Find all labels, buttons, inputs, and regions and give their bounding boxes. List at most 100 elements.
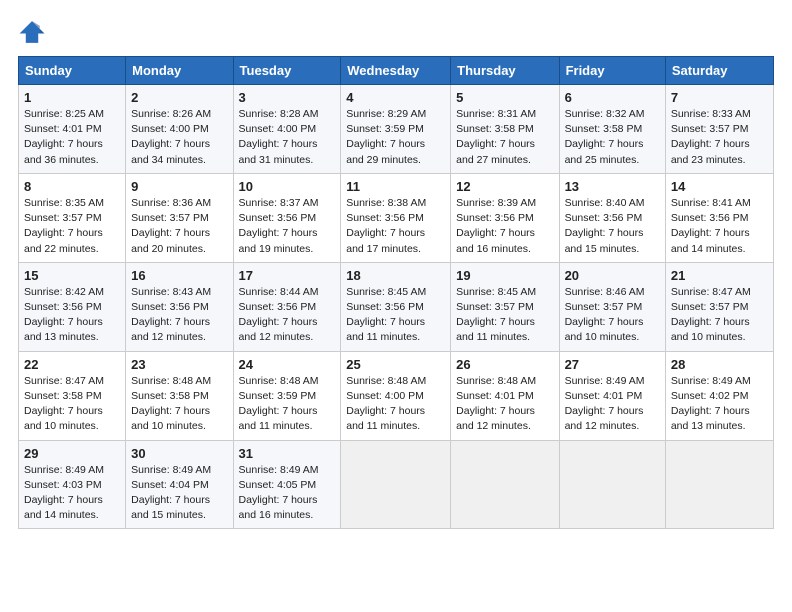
day-number: 24 [239, 357, 336, 372]
day-info: Sunrise: 8:48 AMSunset: 4:00 PMDaylight:… [346, 374, 445, 435]
calendar-week-2: 8 Sunrise: 8:35 AMSunset: 3:57 PMDaylight… [19, 173, 774, 262]
day-number: 11 [346, 179, 445, 194]
day-number: 18 [346, 268, 445, 283]
calendar-cell: 13 Sunrise: 8:40 AMSunset: 3:56 PMDayligh… [559, 173, 665, 262]
day-number: 17 [239, 268, 336, 283]
calendar-cell [559, 440, 665, 529]
day-info: Sunrise: 8:39 AMSunset: 3:56 PMDaylight:… [456, 196, 553, 257]
day-number: 12 [456, 179, 553, 194]
day-info: Sunrise: 8:45 AMSunset: 3:57 PMDaylight:… [456, 285, 553, 346]
calendar: SundayMondayTuesdayWednesdayThursdayFrid… [18, 56, 774, 529]
page: SundayMondayTuesdayWednesdayThursdayFrid… [0, 0, 792, 612]
day-info: Sunrise: 8:31 AMSunset: 3:58 PMDaylight:… [456, 107, 553, 168]
day-info: Sunrise: 8:48 AMSunset: 4:01 PMDaylight:… [456, 374, 553, 435]
calendar-cell: 8 Sunrise: 8:35 AMSunset: 3:57 PMDaylight… [19, 173, 126, 262]
logo-icon [18, 18, 46, 46]
day-number: 26 [456, 357, 553, 372]
calendar-cell: 12 Sunrise: 8:39 AMSunset: 3:56 PMDayligh… [451, 173, 559, 262]
calendar-cell [665, 440, 773, 529]
logo [18, 18, 50, 46]
day-info: Sunrise: 8:49 AMSunset: 4:02 PMDaylight:… [671, 374, 768, 435]
day-number: 14 [671, 179, 768, 194]
day-header-sunday: Sunday [19, 57, 126, 85]
calendar-cell: 7 Sunrise: 8:33 AMSunset: 3:57 PMDaylight… [665, 85, 773, 174]
calendar-cell: 2 Sunrise: 8:26 AMSunset: 4:00 PMDaylight… [126, 85, 233, 174]
day-info: Sunrise: 8:48 AMSunset: 3:59 PMDaylight:… [239, 374, 336, 435]
calendar-cell: 1Sunrise: 8:25 AMSunset: 4:01 PMDaylight… [19, 85, 126, 174]
day-header-tuesday: Tuesday [233, 57, 341, 85]
day-number: 27 [565, 357, 660, 372]
day-info: Sunrise: 8:47 AMSunset: 3:58 PMDaylight:… [24, 374, 120, 435]
day-number: 21 [671, 268, 768, 283]
day-number: 16 [131, 268, 227, 283]
day-info: Sunrise: 8:49 AMSunset: 4:05 PMDaylight:… [239, 463, 336, 524]
day-number: 4 [346, 90, 445, 105]
calendar-cell: 17 Sunrise: 8:44 AMSunset: 3:56 PMDayligh… [233, 262, 341, 351]
day-number: 28 [671, 357, 768, 372]
day-info: Sunrise: 8:32 AMSunset: 3:58 PMDaylight:… [565, 107, 660, 168]
day-number: 7 [671, 90, 768, 105]
day-number: 15 [24, 268, 120, 283]
day-number: 2 [131, 90, 227, 105]
calendar-week-3: 15 Sunrise: 8:42 AMSunset: 3:56 PMDayligh… [19, 262, 774, 351]
calendar-cell: 24 Sunrise: 8:48 AMSunset: 3:59 PMDayligh… [233, 351, 341, 440]
calendar-cell: 9 Sunrise: 8:36 AMSunset: 3:57 PMDaylight… [126, 173, 233, 262]
day-number: 10 [239, 179, 336, 194]
calendar-cell: 4 Sunrise: 8:29 AMSunset: 3:59 PMDaylight… [341, 85, 451, 174]
calendar-week-1: 1Sunrise: 8:25 AMSunset: 4:01 PMDaylight… [19, 85, 774, 174]
day-number: 3 [239, 90, 336, 105]
day-header-monday: Monday [126, 57, 233, 85]
day-info: Sunrise: 8:49 AMSunset: 4:01 PMDaylight:… [565, 374, 660, 435]
day-number: 13 [565, 179, 660, 194]
calendar-cell: 23 Sunrise: 8:48 AMSunset: 3:58 PMDayligh… [126, 351, 233, 440]
day-info: Sunrise: 8:43 AMSunset: 3:56 PMDaylight:… [131, 285, 227, 346]
day-number: 22 [24, 357, 120, 372]
calendar-cell: 6 Sunrise: 8:32 AMSunset: 3:58 PMDaylight… [559, 85, 665, 174]
day-header-saturday: Saturday [665, 57, 773, 85]
calendar-cell: 30Sunrise: 8:49 AMSunset: 4:04 PMDayligh… [126, 440, 233, 529]
day-info: Sunrise: 8:26 AMSunset: 4:00 PMDaylight:… [131, 107, 227, 168]
day-info: Sunrise: 8:29 AMSunset: 3:59 PMDaylight:… [346, 107, 445, 168]
calendar-cell: 14Sunrise: 8:41 AMSunset: 3:56 PMDayligh… [665, 173, 773, 262]
day-header-thursday: Thursday [451, 57, 559, 85]
day-info: Sunrise: 8:35 AMSunset: 3:57 PMDaylight:… [24, 196, 120, 257]
calendar-cell: 16 Sunrise: 8:43 AMSunset: 3:56 PMDayligh… [126, 262, 233, 351]
day-info: Sunrise: 8:38 AMSunset: 3:56 PMDaylight:… [346, 196, 445, 257]
calendar-cell: 28 Sunrise: 8:49 AMSunset: 4:02 PMDayligh… [665, 351, 773, 440]
calendar-cell: 5 Sunrise: 8:31 AMSunset: 3:58 PMDaylight… [451, 85, 559, 174]
day-number: 20 [565, 268, 660, 283]
day-number: 9 [131, 179, 227, 194]
calendar-cell: 15 Sunrise: 8:42 AMSunset: 3:56 PMDayligh… [19, 262, 126, 351]
day-header-friday: Friday [559, 57, 665, 85]
day-info: Sunrise: 8:36 AMSunset: 3:57 PMDaylight:… [131, 196, 227, 257]
day-number: 31 [239, 446, 336, 461]
day-info: Sunrise: 8:25 AMSunset: 4:01 PMDaylight:… [24, 107, 120, 168]
day-number: 30 [131, 446, 227, 461]
calendar-cell: 25 Sunrise: 8:48 AMSunset: 4:00 PMDayligh… [341, 351, 451, 440]
calendar-cell: 10Sunrise: 8:37 AMSunset: 3:56 PMDayligh… [233, 173, 341, 262]
day-number: 8 [24, 179, 120, 194]
day-number: 5 [456, 90, 553, 105]
day-info: Sunrise: 8:40 AMSunset: 3:56 PMDaylight:… [565, 196, 660, 257]
day-number: 23 [131, 357, 227, 372]
calendar-cell: 31 Sunrise: 8:49 AMSunset: 4:05 PMDayligh… [233, 440, 341, 529]
calendar-cell: 27 Sunrise: 8:49 AMSunset: 4:01 PMDayligh… [559, 351, 665, 440]
calendar-cell: 18 Sunrise: 8:45 AMSunset: 3:56 PMDayligh… [341, 262, 451, 351]
calendar-header-row: SundayMondayTuesdayWednesdayThursdayFrid… [19, 57, 774, 85]
day-info: Sunrise: 8:28 AMSunset: 4:00 PMDaylight:… [239, 107, 336, 168]
calendar-cell: 22 Sunrise: 8:47 AMSunset: 3:58 PMDayligh… [19, 351, 126, 440]
day-info: Sunrise: 8:33 AMSunset: 3:57 PMDaylight:… [671, 107, 768, 168]
day-info: Sunrise: 8:44 AMSunset: 3:56 PMDaylight:… [239, 285, 336, 346]
header [18, 18, 774, 46]
day-info: Sunrise: 8:47 AMSunset: 3:57 PMDaylight:… [671, 285, 768, 346]
calendar-cell: 11 Sunrise: 8:38 AMSunset: 3:56 PMDayligh… [341, 173, 451, 262]
calendar-cell: 20Sunrise: 8:46 AMSunset: 3:57 PMDayligh… [559, 262, 665, 351]
calendar-cell: 26 Sunrise: 8:48 AMSunset: 4:01 PMDayligh… [451, 351, 559, 440]
day-number: 6 [565, 90, 660, 105]
day-number: 25 [346, 357, 445, 372]
day-info: Sunrise: 8:45 AMSunset: 3:56 PMDaylight:… [346, 285, 445, 346]
calendar-week-4: 22 Sunrise: 8:47 AMSunset: 3:58 PMDayligh… [19, 351, 774, 440]
day-info: Sunrise: 8:48 AMSunset: 3:58 PMDaylight:… [131, 374, 227, 435]
day-info: Sunrise: 8:42 AMSunset: 3:56 PMDaylight:… [24, 285, 120, 346]
day-header-wednesday: Wednesday [341, 57, 451, 85]
